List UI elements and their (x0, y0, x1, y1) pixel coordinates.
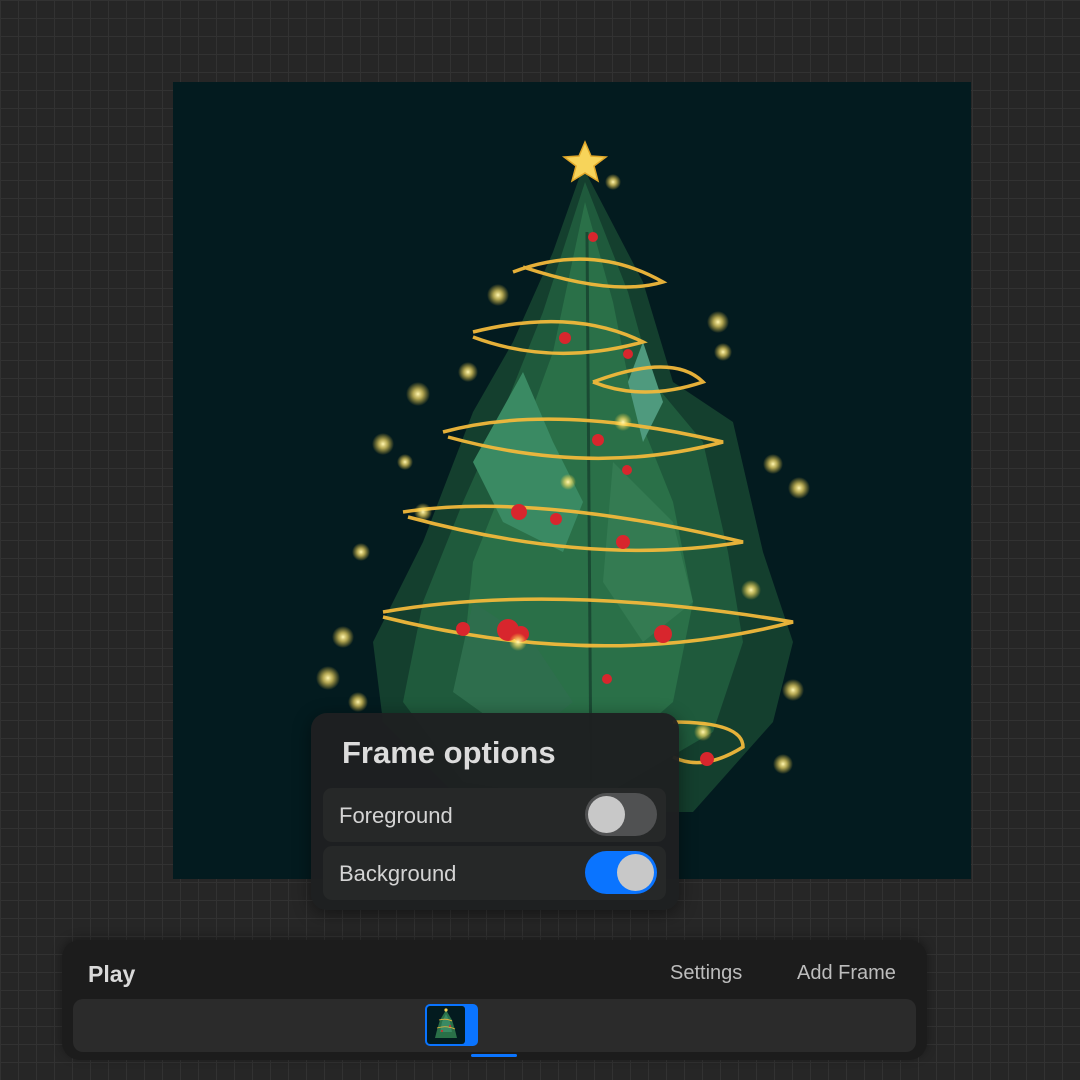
foreground-option-row[interactable]: Foreground (323, 788, 666, 842)
current-frame-indicator (471, 1054, 517, 1057)
animation-timeline: Play Settings Add Frame (62, 940, 927, 1060)
foreground-toggle[interactable] (585, 793, 657, 836)
frame-thumbnail-selected[interactable] (425, 1004, 478, 1046)
add-frame-button[interactable]: Add Frame (797, 962, 896, 985)
settings-button[interactable]: Settings (670, 962, 742, 985)
frame-track[interactable] (73, 999, 916, 1052)
background-toggle[interactable] (585, 851, 657, 894)
frame-options-title: Frame options (342, 735, 556, 770)
frame-thumbnail-image (427, 1006, 465, 1044)
play-button[interactable]: Play (88, 961, 135, 988)
foreground-label: Foreground (339, 803, 453, 828)
frame-options-popover: Frame options Foreground Background (311, 713, 679, 910)
background-option-row[interactable]: Background (323, 846, 666, 900)
background-label: Background (339, 861, 457, 886)
toggle-knob (588, 796, 625, 833)
toggle-knob (617, 854, 654, 891)
